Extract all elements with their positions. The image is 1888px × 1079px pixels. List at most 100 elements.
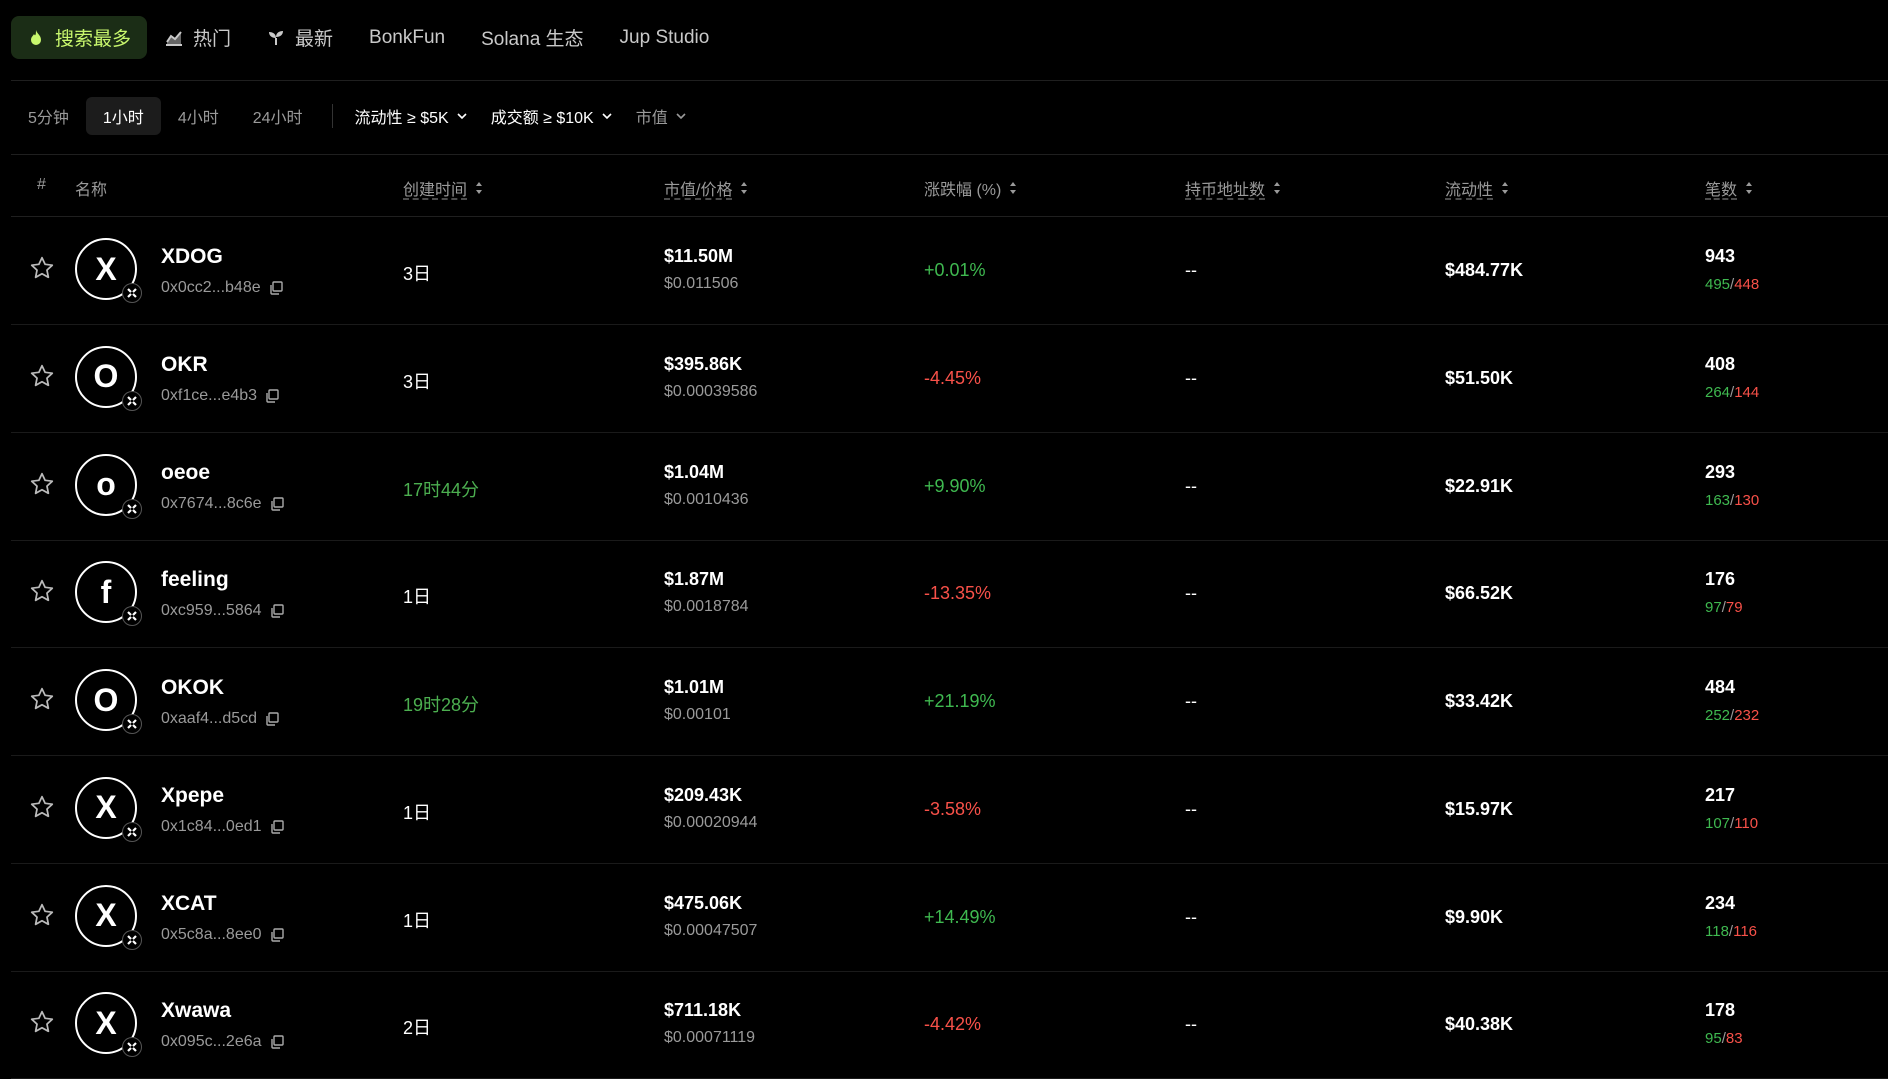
copy-icon[interactable] bbox=[270, 604, 284, 618]
market-cap: $1.01M bbox=[664, 677, 725, 697]
col-txns-sort[interactable]: 笔数 bbox=[1705, 176, 1753, 200]
star-icon[interactable] bbox=[29, 1009, 55, 1035]
tab-solana-ecosystem[interactable]: Solana 生态 bbox=[463, 16, 601, 59]
tab-jup-studio[interactable]: Jup Studio bbox=[602, 16, 728, 59]
market-cap: $209.43K bbox=[664, 784, 743, 805]
sell-count: 79 bbox=[1725, 599, 1743, 617]
col-liquidity-sort[interactable]: 流动性 bbox=[1445, 176, 1509, 200]
tab-newest[interactable]: 最新 bbox=[249, 16, 351, 59]
platform-badge-icon bbox=[122, 929, 142, 950]
table-row[interactable]: o oeoe 0x7674...8c6e 17时44分 $1.04M $0.00… bbox=[11, 433, 1888, 541]
star-icon[interactable] bbox=[29, 471, 55, 497]
token-list-page: 搜索最多 热门 最新 BonkFun Solana 生态 Jup Studio … bbox=[0, 0, 1888, 1079]
liquidity-value: $51.50K bbox=[1445, 367, 1514, 388]
market-cap: $1.04M bbox=[664, 461, 725, 482]
col-holders-sort[interactable]: 持币地址数 bbox=[1185, 176, 1281, 200]
table-header: # 名称 创建时间 市值/价格 涨跌幅 (%) 持币地址数 流动性 笔数 bbox=[11, 156, 1888, 216]
col-mcap-sort[interactable]: 市值/价格 bbox=[664, 176, 748, 200]
time-filter-5m[interactable]: 5分钟 bbox=[11, 97, 86, 135]
chevron-down-icon bbox=[676, 113, 686, 120]
token-price: $0.00047507 bbox=[664, 921, 758, 939]
copy-icon[interactable] bbox=[265, 712, 279, 726]
price-change: -4.42% bbox=[924, 1014, 982, 1035]
copy-icon[interactable] bbox=[270, 820, 284, 834]
category-tabs: 搜索最多 热门 最新 BonkFun Solana 生态 Jup Studio bbox=[11, 16, 727, 59]
tab-hot[interactable]: 热门 bbox=[147, 16, 249, 59]
time-filter-4h[interactable]: 4小时 bbox=[161, 97, 236, 135]
holders-count: -- bbox=[1185, 367, 1197, 388]
buy-sell-split: 495/448 bbox=[1705, 276, 1759, 293]
price-change: -13.35% bbox=[924, 583, 992, 604]
table-row[interactable]: X Xpepe 0x1c84...0ed1 1日 $209.43K $0.000… bbox=[11, 756, 1888, 864]
platform-badge-icon bbox=[122, 390, 142, 411]
table-row[interactable]: O OKOK 0xaaf4...d5cd 19时28分 $1.01M $0.00… bbox=[11, 648, 1888, 756]
tab-bonkfun[interactable]: BonkFun bbox=[351, 16, 463, 59]
copy-icon[interactable] bbox=[269, 281, 283, 295]
table-row[interactable]: O OKR 0xf1ce...e4b3 3日 $395.86K $0.00039… bbox=[11, 325, 1888, 433]
token-price: $0.00101 bbox=[664, 706, 731, 723]
col-created-sort[interactable]: 创建时间 bbox=[403, 176, 483, 200]
token-address: 0x5c8a...8ee0 bbox=[161, 926, 284, 944]
chevron-down-icon bbox=[602, 113, 612, 120]
sell-count: 116 bbox=[1733, 922, 1758, 940]
time-filter-1h[interactable]: 1小时 bbox=[85, 97, 161, 135]
table-row[interactable]: X XCAT 0x5c8a...8ee0 1日 $475.06K $0.0004… bbox=[11, 864, 1888, 972]
token-symbol[interactable]: OKOK bbox=[161, 676, 224, 700]
divider bbox=[11, 80, 1888, 81]
star-icon[interactable] bbox=[29, 578, 55, 604]
token-symbol[interactable]: Xpepe bbox=[161, 784, 224, 808]
token-symbol[interactable]: OKR bbox=[161, 353, 208, 377]
divider bbox=[11, 154, 1888, 155]
tab-label: Solana 生态 bbox=[481, 29, 584, 50]
star-icon[interactable] bbox=[29, 794, 55, 820]
star-icon[interactable] bbox=[29, 902, 55, 928]
price-change: -4.45% bbox=[924, 367, 982, 388]
copy-icon[interactable] bbox=[265, 389, 279, 403]
market-cap: $711.18K bbox=[664, 1000, 742, 1021]
star-icon[interactable] bbox=[29, 363, 55, 389]
liquidity-value: $484.77K bbox=[1445, 260, 1524, 280]
txn-count: 234 bbox=[1705, 892, 1736, 913]
copy-icon[interactable] bbox=[270, 1035, 284, 1049]
sort-icon bbox=[1274, 182, 1281, 194]
dropdown-label: 成交额 ≥ $10K bbox=[490, 110, 594, 127]
token-symbol[interactable]: oeoe bbox=[161, 461, 210, 485]
star-icon[interactable] bbox=[29, 255, 55, 281]
tab-label: 热门 bbox=[193, 29, 232, 50]
token-price: $0.0018784 bbox=[664, 598, 749, 616]
table-row[interactable]: f feeling 0xc959...5864 1日 $1.87M $0.001… bbox=[11, 540, 1888, 649]
liquidity-filter-dropdown[interactable]: 流动性 ≥ $5K bbox=[343, 97, 479, 135]
token-symbol[interactable]: XDOG bbox=[161, 245, 223, 269]
chevron-down-icon bbox=[457, 113, 467, 120]
tab-most-searched[interactable]: 搜索最多 bbox=[11, 16, 148, 59]
buy-count: 252 bbox=[1705, 707, 1731, 724]
txn-count: 176 bbox=[1705, 569, 1736, 590]
created-age: 1日 bbox=[403, 802, 432, 823]
sort-icon bbox=[476, 182, 483, 194]
time-filter-24h[interactable]: 24小时 bbox=[236, 97, 320, 135]
volume-filter-dropdown[interactable]: 成交额 ≥ $10K bbox=[479, 97, 624, 135]
token-address: 0x7674...8c6e bbox=[161, 495, 284, 513]
table-row[interactable]: X Xwawa 0x095c...2e6a 2日 $711.18K $0.000… bbox=[11, 971, 1888, 1079]
liquidity-value: $40.38K bbox=[1445, 1014, 1514, 1035]
table-row[interactable]: X XDOG 0x0cc2...b48e 3日 $11.50M $0.01150… bbox=[11, 217, 1888, 325]
tab-label: Jup Studio bbox=[619, 26, 710, 48]
mcap-filter-dropdown[interactable]: 市值 bbox=[624, 97, 698, 135]
token-symbol[interactable]: Xwawa bbox=[161, 999, 231, 1023]
token-price: $0.011506 bbox=[664, 275, 739, 292]
col-change-sort[interactable]: 涨跌幅 (%) bbox=[924, 176, 1017, 200]
token-symbol[interactable]: feeling bbox=[161, 568, 229, 592]
copy-icon[interactable] bbox=[270, 927, 284, 942]
token-symbol[interactable]: XCAT bbox=[161, 892, 217, 916]
holders-count: -- bbox=[1185, 906, 1197, 927]
buy-count: 495 bbox=[1705, 276, 1731, 293]
token-price: $0.00071119 bbox=[664, 1029, 756, 1047]
token-price: $0.0010436 bbox=[664, 490, 749, 508]
sell-count: 110 bbox=[1734, 814, 1759, 832]
created-age: 17时44分 bbox=[403, 479, 480, 500]
platform-badge-icon bbox=[122, 606, 142, 627]
dropdown-label: 流动性 ≥ $5K bbox=[354, 110, 449, 127]
sell-count: 232 bbox=[1734, 707, 1760, 724]
copy-icon[interactable] bbox=[270, 496, 284, 511]
star-icon[interactable] bbox=[29, 686, 55, 712]
